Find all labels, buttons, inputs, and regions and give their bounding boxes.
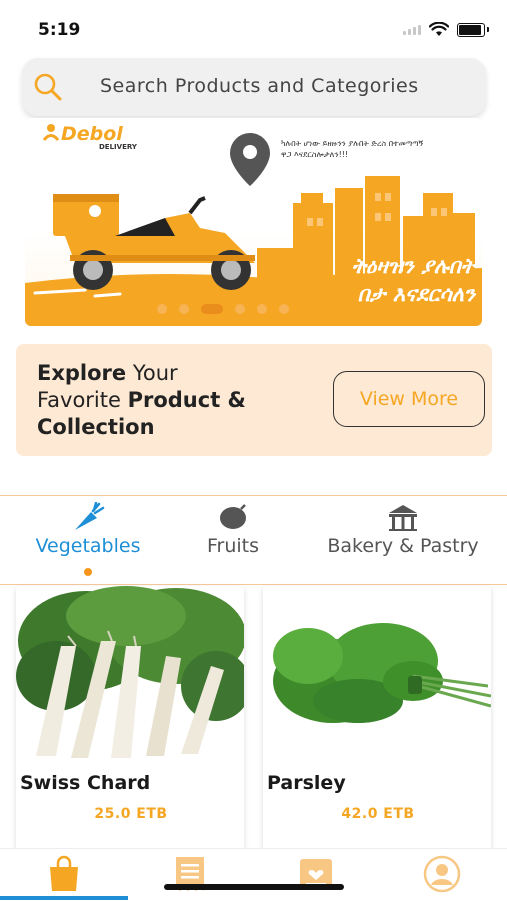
banner-brand: Debol — [61, 123, 123, 145]
active-tab-indicator — [84, 568, 92, 576]
active-tab-underline — [0, 896, 128, 900]
product-price: 25.0 ETB — [94, 806, 168, 822]
explore-line1-bold: Explore — [37, 361, 127, 385]
swiss-chard-image — [16, 586, 244, 762]
search-input[interactable]: Search Products and Categories — [100, 75, 419, 97]
explore-line3-bold: Collection — [37, 415, 155, 439]
bakery-icon — [389, 505, 417, 531]
fruit-icon — [220, 504, 246, 529]
banner-headline: ትዕዛዝን ያሉበት በታ እናደርሳለን — [255, 252, 475, 308]
explore-card: Explore Your Favorite Product & Collecti… — [16, 344, 492, 456]
tab-bakery-pastry-label: Bakery & Pastry — [327, 535, 479, 557]
explore-line1-rest: Your — [126, 361, 178, 385]
banner-tagline: ካሉበት ሆነው ይዘዙንን ያሉበት ድረስ በተመጣጣኝ ዋጋ እናደርስሎ… — [281, 139, 424, 159]
explore-line2-normal: Favorite — [37, 388, 128, 412]
carousel-dot[interactable] — [279, 304, 289, 314]
carousel-dot[interactable] — [157, 304, 167, 314]
shopping-bag-icon[interactable] — [44, 855, 84, 893]
product-name: Swiss Chard — [20, 772, 151, 794]
tab-vegetables-label: Vegetables — [35, 535, 141, 557]
promo-banner[interactable]: Debol DELIVERY ካሉበት ሆነው ይዘዙንን ያሉበት ድረስ በ… — [25, 118, 482, 326]
parsley-image — [263, 586, 491, 762]
battery-icon — [457, 22, 485, 37]
product-price: 42.0 ETB — [341, 806, 415, 822]
status-time: 5:19 — [38, 20, 81, 40]
battery-cap — [487, 27, 489, 32]
carousel-dot-active[interactable] — [201, 304, 223, 314]
home-indicator — [164, 884, 344, 890]
view-more-button[interactable]: View More — [333, 371, 485, 427]
bottom-tab-bar — [0, 848, 507, 901]
banner-headline-line1: ትዕዛዝን ያሉበት — [351, 254, 475, 278]
explore-line2-bold: Product & — [127, 388, 246, 412]
category-tabs: Vegetables Fruits Bakery & Pastry — [0, 495, 507, 585]
status-bar: 5:19 — [0, 0, 507, 56]
explore-heading: Explore Your Favorite Product & Collecti… — [37, 360, 246, 441]
carousel-dot[interactable] — [179, 304, 189, 314]
cellular-signal-icon — [403, 24, 421, 35]
carrot-icon — [75, 502, 105, 530]
tab-bakery-pastry[interactable]: Bakery & Pastry — [308, 502, 498, 557]
wifi-icon — [429, 22, 449, 36]
carousel-dot[interactable] — [235, 304, 245, 314]
product-card-parsley[interactable]: Parsley 42.0 ETB — [263, 586, 491, 854]
carousel-dot[interactable] — [257, 304, 267, 314]
status-icons — [403, 22, 489, 37]
tab-vegetables[interactable]: Vegetables — [22, 502, 154, 557]
product-card-swiss-chard[interactable]: Swiss Chard 25.0 ETB — [16, 586, 244, 854]
carousel-dots[interactable] — [157, 304, 289, 314]
product-name: Parsley — [267, 772, 346, 794]
search-bar[interactable]: Search Products and Categories — [22, 58, 486, 116]
tab-fruits[interactable]: Fruits — [196, 502, 270, 557]
tab-fruits-label: Fruits — [206, 535, 260, 557]
search-icon — [34, 73, 62, 101]
profile-icon[interactable] — [422, 855, 462, 893]
banner-brand-sub: DELIVERY — [99, 143, 137, 151]
